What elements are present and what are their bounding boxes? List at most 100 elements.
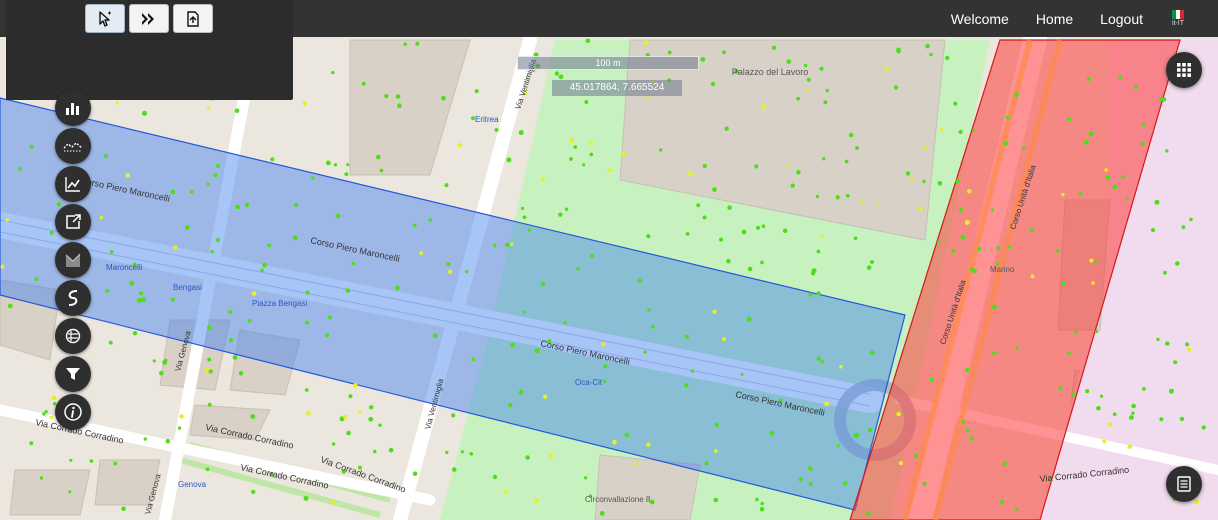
sensor-dot xyxy=(388,447,394,453)
sensor-dot xyxy=(999,499,1005,505)
sensor-dot xyxy=(207,357,212,362)
sensor-dot xyxy=(343,414,348,420)
sensor-dot xyxy=(722,50,726,55)
sensor-dot xyxy=(1066,351,1071,356)
sensor-dot xyxy=(1058,386,1063,391)
sensor-dot xyxy=(395,94,401,99)
logout-link[interactable]: Logout xyxy=(1100,11,1143,27)
sensor-dot xyxy=(0,264,5,269)
sensor-dot xyxy=(432,333,438,338)
sensor-dot xyxy=(969,436,974,441)
sensor-dot xyxy=(1067,117,1072,122)
sensor-dot xyxy=(543,394,548,399)
sensor-dot xyxy=(1150,228,1156,233)
sensor-dot xyxy=(936,240,941,244)
sensor-dot xyxy=(68,490,72,494)
sensor-dot xyxy=(358,409,362,414)
sensor-dot xyxy=(1158,96,1164,102)
sensor-dot xyxy=(179,414,184,419)
grid-menu-button[interactable] xyxy=(1166,52,1202,88)
import-tool-button[interactable] xyxy=(173,4,213,33)
sensor-dot xyxy=(961,420,966,424)
label-circonvallazione: Circonvallazione 8 xyxy=(585,495,651,504)
sensor-dot xyxy=(251,489,256,494)
sensor-dot xyxy=(643,40,649,45)
sensor-dot xyxy=(152,359,156,363)
sensor-dot xyxy=(848,132,854,138)
drawing-tool-panel xyxy=(6,0,293,100)
sensor-dot xyxy=(563,321,567,325)
sensor-dot xyxy=(1005,115,1010,120)
sensor-dot xyxy=(1084,139,1089,145)
sensor-dot xyxy=(129,280,135,286)
sensor-dot xyxy=(585,38,591,44)
sensor-dot xyxy=(924,146,928,150)
sensor-dot xyxy=(796,170,801,175)
language-selector[interactable]: it-IT xyxy=(1170,8,1186,30)
export-button[interactable] xyxy=(55,204,91,240)
sensor-dot xyxy=(1070,392,1076,397)
sensor-dot xyxy=(464,269,469,274)
sensor-dot xyxy=(972,128,976,133)
legend-button[interactable] xyxy=(1166,466,1202,502)
traffic-flow-button[interactable] xyxy=(55,318,91,354)
sensor-dot xyxy=(403,42,407,46)
line-chart-button[interactable] xyxy=(55,166,91,202)
bar-chart-button[interactable] xyxy=(55,90,91,126)
sensor-dot xyxy=(918,206,923,211)
home-link[interactable]: Home xyxy=(1036,11,1073,27)
sensor-dot xyxy=(769,430,775,436)
select-tool-button[interactable] xyxy=(85,4,125,33)
sensor-dot xyxy=(756,225,760,230)
info-button[interactable] xyxy=(55,394,91,430)
sensor-dot xyxy=(522,310,526,314)
shaded-area-button[interactable] xyxy=(55,242,91,278)
sensor-dot xyxy=(518,130,524,136)
sensor-dot xyxy=(558,212,563,217)
sensor-dot xyxy=(816,249,821,254)
grid-menu-icon xyxy=(1177,63,1191,77)
heatmap-button[interactable] xyxy=(55,128,91,164)
label-genova-stop: Genova xyxy=(178,480,207,489)
sensor-dot xyxy=(142,110,147,116)
sensor-dot xyxy=(210,250,214,254)
sensor-dot xyxy=(505,242,510,248)
route-button[interactable] xyxy=(55,280,91,316)
sensor-dot xyxy=(836,443,840,448)
sensor-dot xyxy=(909,176,914,181)
traffic-flow-icon xyxy=(65,328,81,344)
sensor-dot xyxy=(870,260,874,264)
sensor-dot xyxy=(866,511,871,516)
sensor-dot xyxy=(845,193,850,198)
sensor-dot xyxy=(448,269,453,274)
sensor-dot xyxy=(637,278,642,283)
sensor-dot xyxy=(351,261,356,266)
sensor-dot xyxy=(115,100,119,105)
sensor-dot xyxy=(953,101,958,106)
sensor-dot xyxy=(379,168,384,173)
sensor-dot xyxy=(1189,217,1193,222)
sensor-dot xyxy=(977,246,982,252)
sensor-dot xyxy=(684,334,689,339)
sensor-dot xyxy=(710,81,716,87)
sensor-dot xyxy=(376,154,381,160)
filter-button[interactable] xyxy=(55,356,91,392)
sensor-dot xyxy=(471,357,476,362)
sensor-dot xyxy=(49,415,54,420)
sensor-dot xyxy=(331,70,335,75)
sensor-dot xyxy=(238,371,244,376)
sensor-dot xyxy=(958,207,964,213)
sensor-dot xyxy=(808,467,813,472)
sensor-dot xyxy=(898,461,904,466)
sensor-dot xyxy=(1107,422,1113,427)
sensor-dot xyxy=(960,234,966,240)
sensor-dot xyxy=(643,350,647,354)
welcome-link[interactable]: Welcome xyxy=(951,11,1009,27)
forward-tool-button[interactable] xyxy=(129,4,169,33)
sensor-dot xyxy=(216,163,220,168)
sensor-dot xyxy=(262,262,267,268)
sensor-dot xyxy=(397,103,402,108)
sensor-dot xyxy=(700,57,706,62)
coordinates-readout: 45.017864, 7.665524 xyxy=(552,80,682,96)
sensor-dot xyxy=(244,202,250,208)
